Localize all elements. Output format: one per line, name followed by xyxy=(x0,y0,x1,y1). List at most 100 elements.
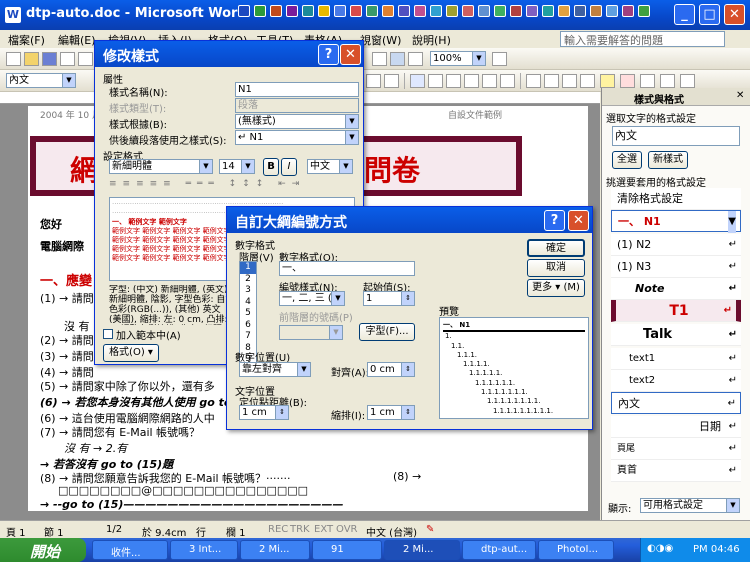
app-quick-icon[interactable] xyxy=(558,5,570,17)
word-quick-icon[interactable] xyxy=(238,5,250,17)
taskbar-button[interactable]: 91 xyxy=(312,540,382,560)
ppt-quick-icon[interactable] xyxy=(270,5,282,17)
close-button[interactable]: ✕ xyxy=(724,4,745,25)
bold-button[interactable]: B xyxy=(263,158,279,176)
font-size-select[interactable]: 14 ▼ xyxy=(219,159,255,174)
menu-help[interactable]: 說明(H) xyxy=(412,32,451,48)
access-quick-icon[interactable] xyxy=(286,5,298,17)
style-item-text1[interactable]: text1 ↵ xyxy=(611,348,741,370)
new-icon[interactable] xyxy=(6,52,21,66)
spelling-status-icon[interactable]: ✎ xyxy=(426,524,434,535)
app-quick-icon[interactable] xyxy=(430,5,442,17)
word-app-icon[interactable]: W xyxy=(5,7,21,23)
app-quick-icon[interactable] xyxy=(350,5,362,17)
app-quick-icon[interactable] xyxy=(414,5,426,17)
app-quick-icon[interactable] xyxy=(302,5,314,17)
style-item-clear[interactable]: 清除格式設定 xyxy=(611,188,741,210)
tab-space-input[interactable]: 1 cm ⇕ xyxy=(239,405,289,420)
style-item-note[interactable]: Note ↵ xyxy=(611,278,741,300)
app-quick-icon[interactable] xyxy=(638,5,650,17)
app-quick-icon[interactable] xyxy=(606,5,618,17)
decrease-indent-icon[interactable] xyxy=(562,74,577,88)
app-quick-icon[interactable] xyxy=(622,5,634,17)
style-item-talk[interactable]: Talk ↵ xyxy=(611,324,741,346)
task-pane-close-icon[interactable]: ✕ xyxy=(736,90,744,101)
style-item-t1[interactable]: T1 ↵ xyxy=(611,300,741,322)
app-quick-icon[interactable] xyxy=(494,5,506,17)
align-right-icon[interactable] xyxy=(446,74,461,88)
level-item[interactable]: 1 xyxy=(240,262,256,274)
app-quick-icon[interactable] xyxy=(462,5,474,17)
help-button[interactable]: ? xyxy=(544,210,565,231)
taskbar-button-active[interactable]: 2 Mi... xyxy=(384,540,460,560)
app-quick-icon[interactable] xyxy=(510,5,522,17)
styles-pane-icon[interactable] xyxy=(660,74,675,88)
options-icon[interactable] xyxy=(680,74,695,88)
app-quick-icon[interactable] xyxy=(478,5,490,17)
borders-icon[interactable] xyxy=(640,74,655,88)
style-item-footer[interactable]: 頁尾 ↵ xyxy=(611,438,741,460)
save-icon[interactable] xyxy=(42,52,57,66)
status-ext[interactable]: EXT xyxy=(314,524,333,535)
italic-button[interactable]: I xyxy=(281,158,297,176)
bullets-icon[interactable] xyxy=(544,74,559,88)
add-to-template-checkbox[interactable]: 加入範本中(A) xyxy=(103,327,181,342)
open-icon[interactable] xyxy=(24,52,39,66)
align-center-icon[interactable] xyxy=(428,74,443,88)
align-left-icon[interactable] xyxy=(410,74,425,88)
menu-file[interactable]: 檔案(F) xyxy=(8,32,45,48)
level-item[interactable]: 4 xyxy=(240,297,256,309)
style-item-n3[interactable]: (1) N3 ↵ xyxy=(611,256,741,278)
help-search-input[interactable]: 輸入需要解答的問題 xyxy=(560,31,725,47)
app-quick-icon[interactable] xyxy=(590,5,602,17)
app-quick-icon[interactable] xyxy=(574,5,586,17)
number-align-select[interactable]: 靠左對齊 ▼ xyxy=(239,362,311,377)
next-style-select[interactable]: ↵ N1 ▼ xyxy=(235,130,359,145)
zoom-select[interactable]: 100% ▼ xyxy=(430,51,486,66)
font-size-up-icon[interactable] xyxy=(366,74,381,88)
style-item-text2[interactable]: text2 ↵ xyxy=(611,370,741,392)
align-at-input[interactable]: 0 cm ⇕ xyxy=(367,362,415,377)
justify-icon[interactable] xyxy=(464,74,479,88)
font-button[interactable]: 字型(F)... xyxy=(359,323,415,341)
distribute-icon[interactable] xyxy=(482,74,497,88)
highlight-icon[interactable] xyxy=(600,74,615,88)
indent-input[interactable]: 1 cm ⇕ xyxy=(367,405,415,420)
style-select[interactable]: 內文 ▼ xyxy=(6,73,76,88)
show-marks-icon[interactable] xyxy=(408,52,423,66)
app-quick-icon[interactable] xyxy=(526,5,538,17)
app-quick-icon[interactable] xyxy=(542,5,554,17)
increase-indent-icon[interactable] xyxy=(580,74,595,88)
number-format-input[interactable]: 一、 xyxy=(279,261,415,276)
menu-window[interactable]: 視窗(W) xyxy=(360,32,401,48)
start-button[interactable]: 開始 xyxy=(0,538,86,562)
level-item[interactable]: 5 xyxy=(240,308,256,320)
app-quick-icon[interactable] xyxy=(366,5,378,17)
level-item[interactable]: 2 xyxy=(240,274,256,286)
selected-format-box[interactable]: 內文 xyxy=(612,126,740,146)
dialog-close-button[interactable]: ✕ xyxy=(340,44,361,65)
style-item-header[interactable]: 頁首 ↵ xyxy=(611,460,741,482)
app-quick-icon[interactable] xyxy=(398,5,410,17)
select-all-button[interactable]: 全選 xyxy=(612,151,642,169)
line-spacing-icon[interactable] xyxy=(500,74,515,88)
format-menu-button[interactable]: 格式(O) ▾ xyxy=(103,344,159,362)
style-item-normal[interactable]: 內文 ↵ xyxy=(611,392,741,414)
taskbar-button[interactable]: 3 Int... xyxy=(170,540,238,560)
new-style-button[interactable]: 新樣式 xyxy=(648,151,688,169)
number-style-select[interactable]: 一, 二, 三 (傳 ▼ xyxy=(279,291,345,306)
style-item-date[interactable]: 日期 ↵ xyxy=(611,416,741,438)
level-item[interactable]: 3 xyxy=(240,285,256,297)
app-quick-icon[interactable] xyxy=(334,5,346,17)
style-name-input[interactable]: N1 xyxy=(235,82,359,97)
level-item[interactable]: 7 xyxy=(240,331,256,343)
more-button[interactable]: 更多 ▾ (M) xyxy=(527,279,585,297)
menu-edit[interactable]: 編輯(E) xyxy=(58,32,96,48)
start-at-input[interactable]: 1 ⇕ xyxy=(363,291,415,306)
taskbar-button[interactable]: 收件... xyxy=(92,540,168,560)
show-select[interactable]: 可用格式設定 ▼ xyxy=(640,498,740,513)
dialog-close-button[interactable]: ✕ xyxy=(568,210,589,231)
maximize-button[interactable]: □ xyxy=(699,4,720,25)
taskbar-button[interactable]: PhotoI... xyxy=(538,540,614,560)
tray-icons[interactable]: ◐◑◉ xyxy=(647,543,673,554)
